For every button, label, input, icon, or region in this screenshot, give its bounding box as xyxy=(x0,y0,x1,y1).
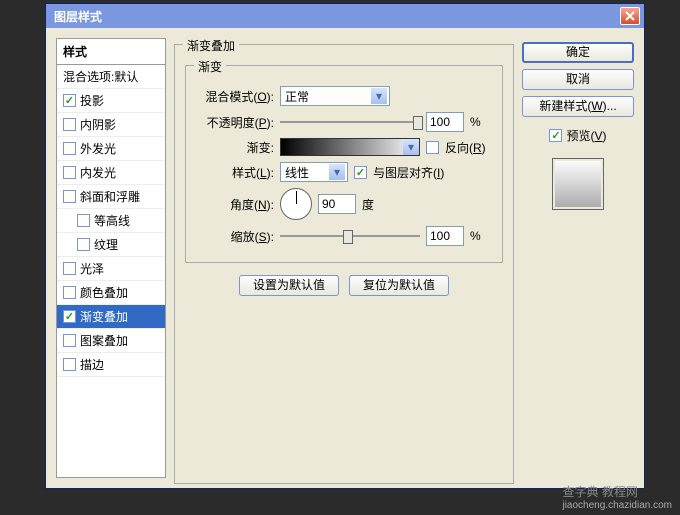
reverse-label: 反向(R) xyxy=(445,139,486,156)
cancel-button[interactable]: 取消 xyxy=(522,69,634,90)
style-checkbox[interactable] xyxy=(63,334,76,347)
style-item[interactable]: 等高线 xyxy=(57,209,165,233)
scale-label: 缩放(S): xyxy=(196,228,274,245)
style-item[interactable]: 描边 xyxy=(57,353,165,377)
section-group: 渐变叠加 渐变 混合模式(O): 正常 ▾ 不透明度(P): 100 xyxy=(174,44,514,484)
style-item-label: 外发光 xyxy=(80,140,116,157)
opacity-row: 不透明度(P): 100 % xyxy=(196,112,492,132)
preview-row: ✓ 预览(V) xyxy=(522,127,634,144)
reset-default-button[interactable]: 复位为默认值 xyxy=(349,275,449,296)
chevron-down-icon: ▾ xyxy=(371,88,387,104)
style-checkbox[interactable]: ✓ xyxy=(63,310,76,323)
style-value: 线性 xyxy=(285,164,309,181)
chevron-down-icon: ▾ xyxy=(403,139,419,155)
style-item[interactable]: ✓ 渐变叠加 xyxy=(57,305,165,329)
section-title: 渐变叠加 xyxy=(183,37,239,54)
close-icon xyxy=(625,11,635,21)
style-item[interactable]: 外发光 xyxy=(57,137,165,161)
scale-slider[interactable] xyxy=(280,228,420,244)
style-item-label: 光泽 xyxy=(80,260,104,277)
reverse-checkbox[interactable] xyxy=(426,141,439,154)
scale-unit: % xyxy=(470,229,481,243)
style-item-label: 内阴影 xyxy=(80,116,116,133)
gradient-group: 渐变 混合模式(O): 正常 ▾ 不透明度(P): 100 % xyxy=(185,65,503,263)
align-checkbox[interactable]: ✓ xyxy=(354,166,367,179)
defaults-row: 设置为默认值 复位为默认值 xyxy=(185,275,503,296)
gradient-row: 渐变: ▾ 反向(R) xyxy=(196,138,492,156)
angle-dial[interactable] xyxy=(280,188,312,220)
style-item-label: 颜色叠加 xyxy=(80,284,128,301)
style-checkbox[interactable] xyxy=(77,238,90,251)
style-checkbox[interactable] xyxy=(63,358,76,371)
gradient-swatch[interactable]: ▾ xyxy=(280,138,420,156)
opacity-label: 不透明度(P): xyxy=(196,114,274,131)
style-checkbox[interactable]: ✓ xyxy=(63,94,76,107)
set-default-button[interactable]: 设置为默认值 xyxy=(239,275,339,296)
titlebar: 图层样式 xyxy=(46,4,644,28)
watermark: 查字典 教程网 jiaocheng.chazidian.com xyxy=(562,483,672,511)
ok-button[interactable]: 确定 xyxy=(522,42,634,63)
style-item-label: 渐变叠加 xyxy=(80,308,128,325)
opacity-slider[interactable] xyxy=(280,114,420,130)
chevron-down-icon: ▾ xyxy=(329,164,345,180)
blend-mode-select[interactable]: 正常 ▾ xyxy=(280,86,390,106)
blend-mode-label: 混合模式(O): xyxy=(196,88,274,105)
style-item[interactable]: 光泽 xyxy=(57,257,165,281)
style-item[interactable]: 图案叠加 xyxy=(57,329,165,353)
style-item[interactable]: 内发光 xyxy=(57,161,165,185)
preview-swatch xyxy=(552,158,604,210)
opacity-unit: % xyxy=(470,115,481,129)
gradient-label: 渐变: xyxy=(196,139,274,156)
style-checkbox[interactable] xyxy=(77,214,90,227)
style-item-label: 图案叠加 xyxy=(80,332,128,349)
angle-unit: 度 xyxy=(362,196,374,213)
angle-label: 角度(N): xyxy=(196,196,274,213)
gradient-group-title: 渐变 xyxy=(194,58,226,75)
align-label: 与图层对齐(I) xyxy=(373,164,444,181)
angle-input[interactable]: 90 xyxy=(318,194,356,214)
style-checkbox[interactable] xyxy=(63,190,76,203)
style-item[interactable]: 斜面和浮雕 xyxy=(57,185,165,209)
scale-input[interactable]: 100 xyxy=(426,226,464,246)
style-row: 样式(L): 线性 ▾ ✓ 与图层对齐(I) xyxy=(196,162,492,182)
action-panel: 确定 取消 新建样式(W)... ✓ 预览(V) xyxy=(522,42,634,478)
style-checkbox[interactable] xyxy=(63,286,76,299)
style-item-label: 内发光 xyxy=(80,164,116,181)
style-item-label: 投影 xyxy=(80,92,104,109)
style-checkbox[interactable] xyxy=(63,262,76,275)
style-item[interactable]: 混合选项:默认 xyxy=(57,65,165,89)
layer-style-dialog: 图层样式 样式 混合选项:默认 ✓ 投影内阴影外发光内发光斜面和浮雕等高线纹理光泽颜… xyxy=(45,3,645,489)
scale-row: 缩放(S): 100 % xyxy=(196,226,492,246)
style-item-label: 等高线 xyxy=(94,212,130,229)
dialog-title: 图层样式 xyxy=(54,8,102,25)
style-item[interactable]: 纹理 xyxy=(57,233,165,257)
preview-checkbox[interactable]: ✓ xyxy=(549,129,562,142)
new-style-button[interactable]: 新建样式(W)... xyxy=(522,96,634,117)
angle-row: 角度(N): 90 度 xyxy=(196,188,492,220)
style-checkbox[interactable] xyxy=(63,166,76,179)
style-item-label: 混合选项:默认 xyxy=(63,68,138,85)
style-label: 样式(L): xyxy=(196,164,274,181)
styles-panel: 样式 混合选项:默认 ✓ 投影内阴影外发光内发光斜面和浮雕等高线纹理光泽颜色叠加 ✓ 渐… xyxy=(56,38,166,478)
style-item-label: 描边 xyxy=(80,356,104,373)
opacity-input[interactable]: 100 xyxy=(426,112,464,132)
preview-label: 预览(V) xyxy=(566,127,606,144)
blend-mode-row: 混合模式(O): 正常 ▾ xyxy=(196,86,492,106)
settings-panel: 渐变叠加 渐变 混合模式(O): 正常 ▾ 不透明度(P): 100 xyxy=(174,38,514,478)
close-button[interactable] xyxy=(620,7,640,25)
styles-list: 混合选项:默认 ✓ 投影内阴影外发光内发光斜面和浮雕等高线纹理光泽颜色叠加 ✓ 渐变叠加… xyxy=(57,65,165,377)
style-checkbox[interactable] xyxy=(63,142,76,155)
style-checkbox[interactable] xyxy=(63,118,76,131)
style-select[interactable]: 线性 ▾ xyxy=(280,162,348,182)
style-item[interactable]: ✓ 投影 xyxy=(57,89,165,113)
style-item[interactable]: 颜色叠加 xyxy=(57,281,165,305)
blend-mode-value: 正常 xyxy=(285,88,309,105)
style-item-label: 斜面和浮雕 xyxy=(80,188,140,205)
style-item[interactable]: 内阴影 xyxy=(57,113,165,137)
styles-header: 样式 xyxy=(57,39,165,65)
dialog-content: 样式 混合选项:默认✓投影内阴影外发光内发光斜面和浮雕等高线纹理光泽颜色叠加✓渐… xyxy=(46,28,644,488)
style-item-label: 纹理 xyxy=(94,236,118,253)
